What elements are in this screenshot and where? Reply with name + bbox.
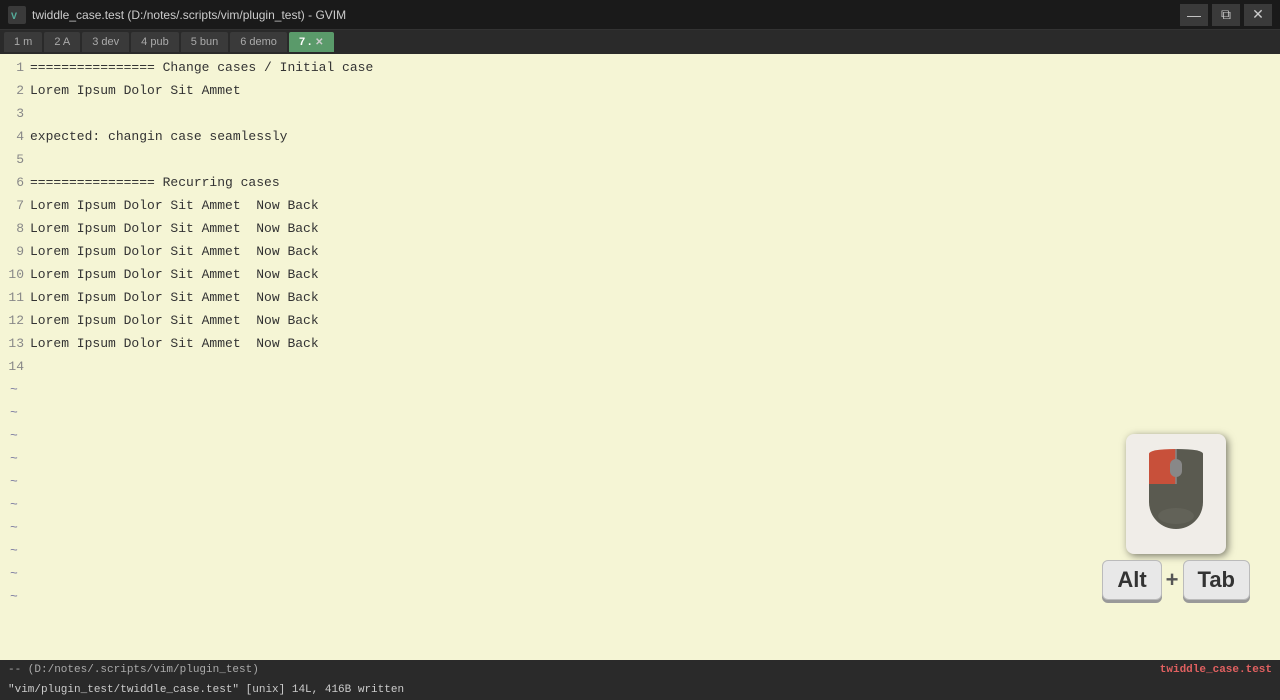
editor-line-12: 12 Lorem Ipsum Dolor Sit Ammet Now Back (0, 309, 1280, 332)
tilde-line-6: ~ (0, 493, 1280, 516)
title-text: twiddle_case.test (D:/notes/.scripts/vim… (32, 8, 346, 22)
tab-1[interactable]: 1 m (4, 32, 42, 52)
editor-line-11: 11 Lorem Ipsum Dolor Sit Ammet Now Back (0, 286, 1280, 309)
keybind-bar: Alt + Tab (1102, 560, 1250, 600)
tilde-line-3: ~ (0, 424, 1280, 447)
title-controls: — ⧉ ✕ (1180, 4, 1272, 26)
mouse-svg (1141, 444, 1211, 544)
editor-line-14: 14 (0, 355, 1280, 378)
editor-line-4: 4 expected: changin case seamlessly (0, 125, 1280, 148)
tilde-line-10: ~ (0, 585, 1280, 608)
tab-key: Tab (1183, 560, 1250, 600)
alttab-overlay: Alt + Tab (1102, 434, 1250, 600)
editor-line-13: 13 Lorem Ipsum Dolor Sit Ammet Now Back (0, 332, 1280, 355)
tab-4[interactable]: 4 pub (131, 32, 179, 52)
tilde-line-8: ~ (0, 539, 1280, 562)
close-button[interactable]: ✕ (1244, 4, 1272, 26)
tab-6[interactable]: 6 demo (230, 32, 287, 52)
status-bar: -- (D:/notes/.scripts/vim/plugin_test) t… (0, 660, 1280, 680)
app-icon: V (8, 6, 26, 24)
editor-line-7: 7 Lorem Ipsum Dolor Sit Ammet Now Back (0, 194, 1280, 217)
title-bar: V twiddle_case.test (D:/notes/.scripts/v… (0, 0, 1280, 30)
plus-separator: + (1166, 567, 1179, 593)
editor-line-10: 10 Lorem Ipsum Dolor Sit Ammet Now Back (0, 263, 1280, 286)
editor-line-9: 9 Lorem Ipsum Dolor Sit Ammet Now Back (0, 240, 1280, 263)
tab-bar: 1 m 2 A 3 dev 4 pub 5 bun 6 demo 7 . ✕ (0, 30, 1280, 54)
tab-5[interactable]: 5 bun (181, 32, 229, 52)
editor-line-3: 3 (0, 102, 1280, 125)
editor-line-1: 1 ================ Change cases / Initia… (0, 56, 1280, 79)
tilde-line-7: ~ (0, 516, 1280, 539)
tilde-line-1: ~ (0, 378, 1280, 401)
minimize-button[interactable]: — (1180, 4, 1208, 26)
tab-7[interactable]: 7 . ✕ (289, 32, 334, 52)
tilde-line-2: ~ (0, 401, 1280, 424)
restore-button[interactable]: ⧉ (1212, 4, 1240, 26)
mouse-icon (1126, 434, 1226, 554)
status-filename: twiddle_case.test (1160, 664, 1272, 676)
editor-line-6: 6 ================ Recurring cases (0, 171, 1280, 194)
svg-text:V: V (11, 12, 17, 23)
tilde-line-5: ~ (0, 470, 1280, 493)
tilde-line-9: ~ (0, 562, 1280, 585)
tab-close-icon[interactable]: ✕ (315, 37, 323, 48)
cmd-text: "vim/plugin_test/twiddle_case.test" [uni… (8, 684, 404, 696)
title-left: V twiddle_case.test (D:/notes/.scripts/v… (8, 6, 346, 24)
tab-2[interactable]: 2 A (44, 32, 80, 52)
editor-line-5: 5 (0, 148, 1280, 171)
editor[interactable]: 1 ================ Change cases / Initia… (0, 54, 1280, 660)
tilde-line-4: ~ (0, 447, 1280, 470)
tab-3[interactable]: 3 dev (82, 32, 129, 52)
editor-line-8: 8 Lorem Ipsum Dolor Sit Ammet Now Back (0, 217, 1280, 240)
cmd-line: "vim/plugin_test/twiddle_case.test" [uni… (0, 680, 1280, 700)
alt-key: Alt (1102, 560, 1161, 600)
status-right: twiddle_case.test (1160, 664, 1272, 676)
editor-line-2: 2 Lorem Ipsum Dolor Sit Ammet (0, 79, 1280, 102)
status-left: -- (D:/notes/.scripts/vim/plugin_test) (8, 664, 259, 676)
